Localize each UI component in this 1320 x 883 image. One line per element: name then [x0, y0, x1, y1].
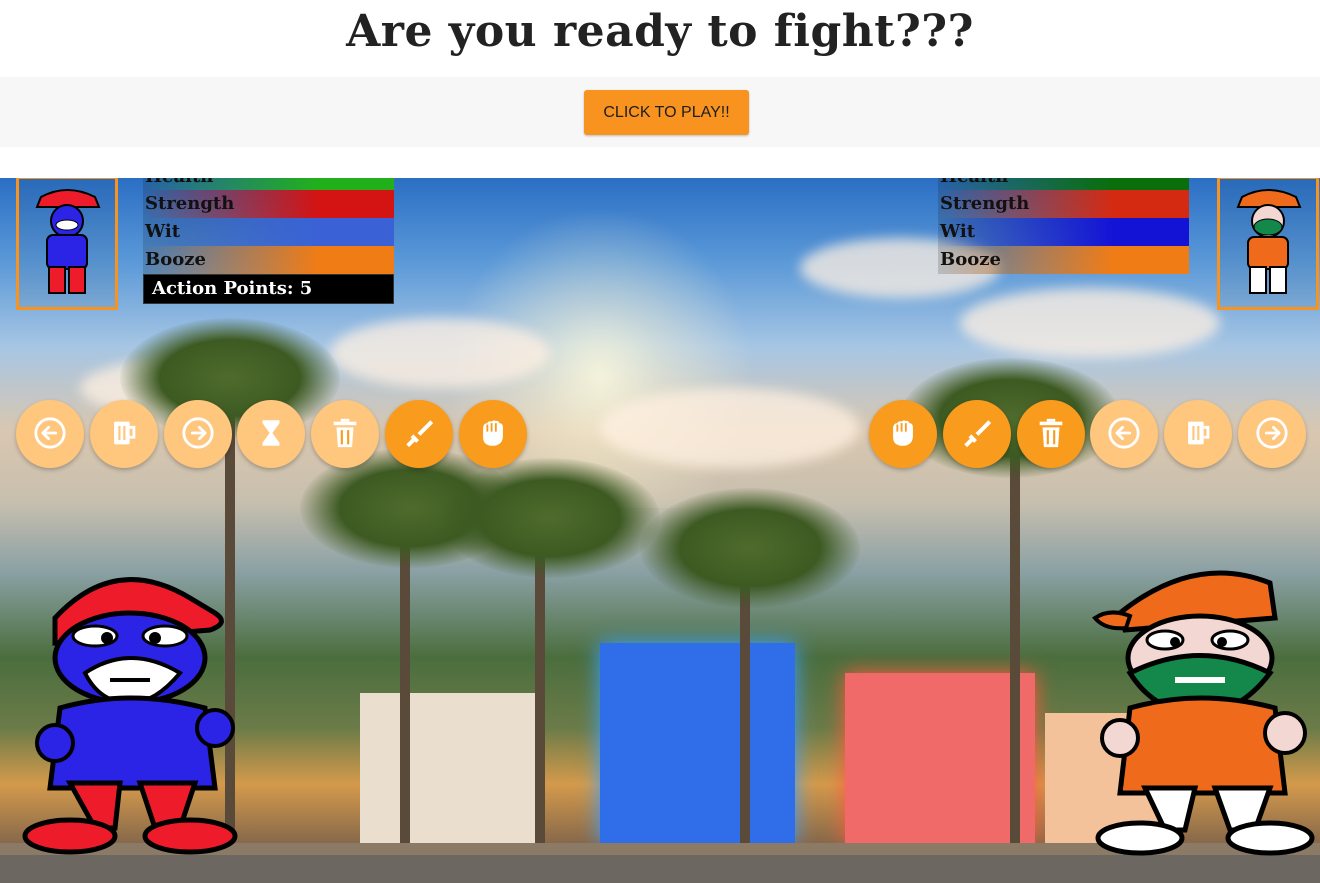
- player2-wit-bar: Wit: [938, 218, 1189, 246]
- palm-tree: [640, 488, 860, 608]
- play-bar: CLICK TO PLAY!!: [0, 77, 1320, 147]
- player2-move-left-button[interactable]: [1090, 400, 1158, 468]
- game-arena: Health Strength Wit Booze Action Points:…: [0, 178, 1320, 883]
- player1-action-points: Action Points: 5: [143, 274, 394, 304]
- player1-drink-button[interactable]: [90, 400, 158, 468]
- player1-discard-button[interactable]: [311, 400, 379, 468]
- player2-discard-button[interactable]: [1017, 400, 1085, 468]
- player1-booze-label: Booze: [145, 249, 206, 270]
- player2-avatar: [1236, 189, 1302, 294]
- player2-booze-bar: Booze: [938, 246, 1189, 274]
- player2-pants: [1249, 266, 1267, 294]
- play-button[interactable]: CLICK TO PLAY!!: [584, 90, 749, 135]
- arrow-left-icon: [33, 416, 67, 453]
- player1-wait-button[interactable]: [237, 400, 305, 468]
- player1-stats: Health Strength Wit Booze Action Points:…: [143, 178, 394, 304]
- arrow-right-icon: [181, 416, 215, 453]
- palm-tree: [440, 458, 660, 578]
- building-blue: [600, 643, 795, 843]
- trash-icon: [328, 416, 362, 453]
- beer-mug-icon: [107, 416, 141, 453]
- player2-health-bar: Health: [938, 178, 1189, 190]
- player1-fighter: [22, 577, 238, 855]
- player2-punch-button[interactable]: [869, 400, 937, 468]
- player2-health-label: Health: [940, 178, 1008, 187]
- cloud: [330, 318, 550, 388]
- sword-icon: [402, 416, 436, 453]
- hourglass-icon: [254, 416, 288, 453]
- player2-fighter-shirt: [1117, 695, 1288, 796]
- player2-wit-label: Wit: [940, 221, 976, 242]
- palm-tree: [1010, 433, 1020, 853]
- player1-wit-label: Wit: [145, 221, 181, 242]
- player1-avatar: [35, 189, 101, 294]
- player1-booze-bar: Booze: [143, 246, 394, 274]
- player2-strength-bar: Strength: [938, 190, 1189, 218]
- player1-move-left-button[interactable]: [16, 400, 84, 468]
- player2-stats: Health Strength Wit Booze: [938, 178, 1189, 274]
- stone-wall: [0, 855, 1320, 883]
- player1-portrait: [16, 178, 118, 310]
- trash-icon: [1034, 416, 1068, 453]
- beer-mug-icon: [1181, 416, 1215, 453]
- player1-health-label: Health: [145, 178, 213, 187]
- cloud: [600, 388, 860, 468]
- player1-move-right-button[interactable]: [164, 400, 232, 468]
- player1-health-bar: Health: [143, 178, 394, 190]
- player2-shirt: [1247, 236, 1289, 270]
- player2-drink-button[interactable]: [1164, 400, 1232, 468]
- arrow-right-icon: [1255, 416, 1289, 453]
- player1-wit-bar: Wit: [143, 218, 394, 246]
- player1-pants: [48, 266, 66, 294]
- player2-booze-label: Booze: [940, 249, 1001, 270]
- player2-strength-label: Strength: [940, 193, 1030, 214]
- player1-strength-bar: Strength: [143, 190, 394, 218]
- player1-shirt: [46, 234, 88, 270]
- player2-weapon-button[interactable]: [943, 400, 1011, 468]
- player2-move-right-button[interactable]: [1238, 400, 1306, 468]
- page-title: Are you ready to fight???: [346, 6, 974, 57]
- arrow-left-icon: [1107, 416, 1141, 453]
- cloud: [960, 288, 1220, 358]
- player2-portrait: [1217, 178, 1319, 310]
- building-pink: [845, 673, 1035, 843]
- player2-fighter: [1092, 570, 1315, 856]
- player2-beard: [1253, 218, 1283, 236]
- player1-weapon-button[interactable]: [385, 400, 453, 468]
- building-white: [360, 693, 540, 843]
- player1-strength-label: Strength: [145, 193, 235, 214]
- fist-icon: [476, 416, 510, 453]
- player1-punch-button[interactable]: [459, 400, 527, 468]
- sword-icon: [960, 416, 994, 453]
- fist-icon: [886, 416, 920, 453]
